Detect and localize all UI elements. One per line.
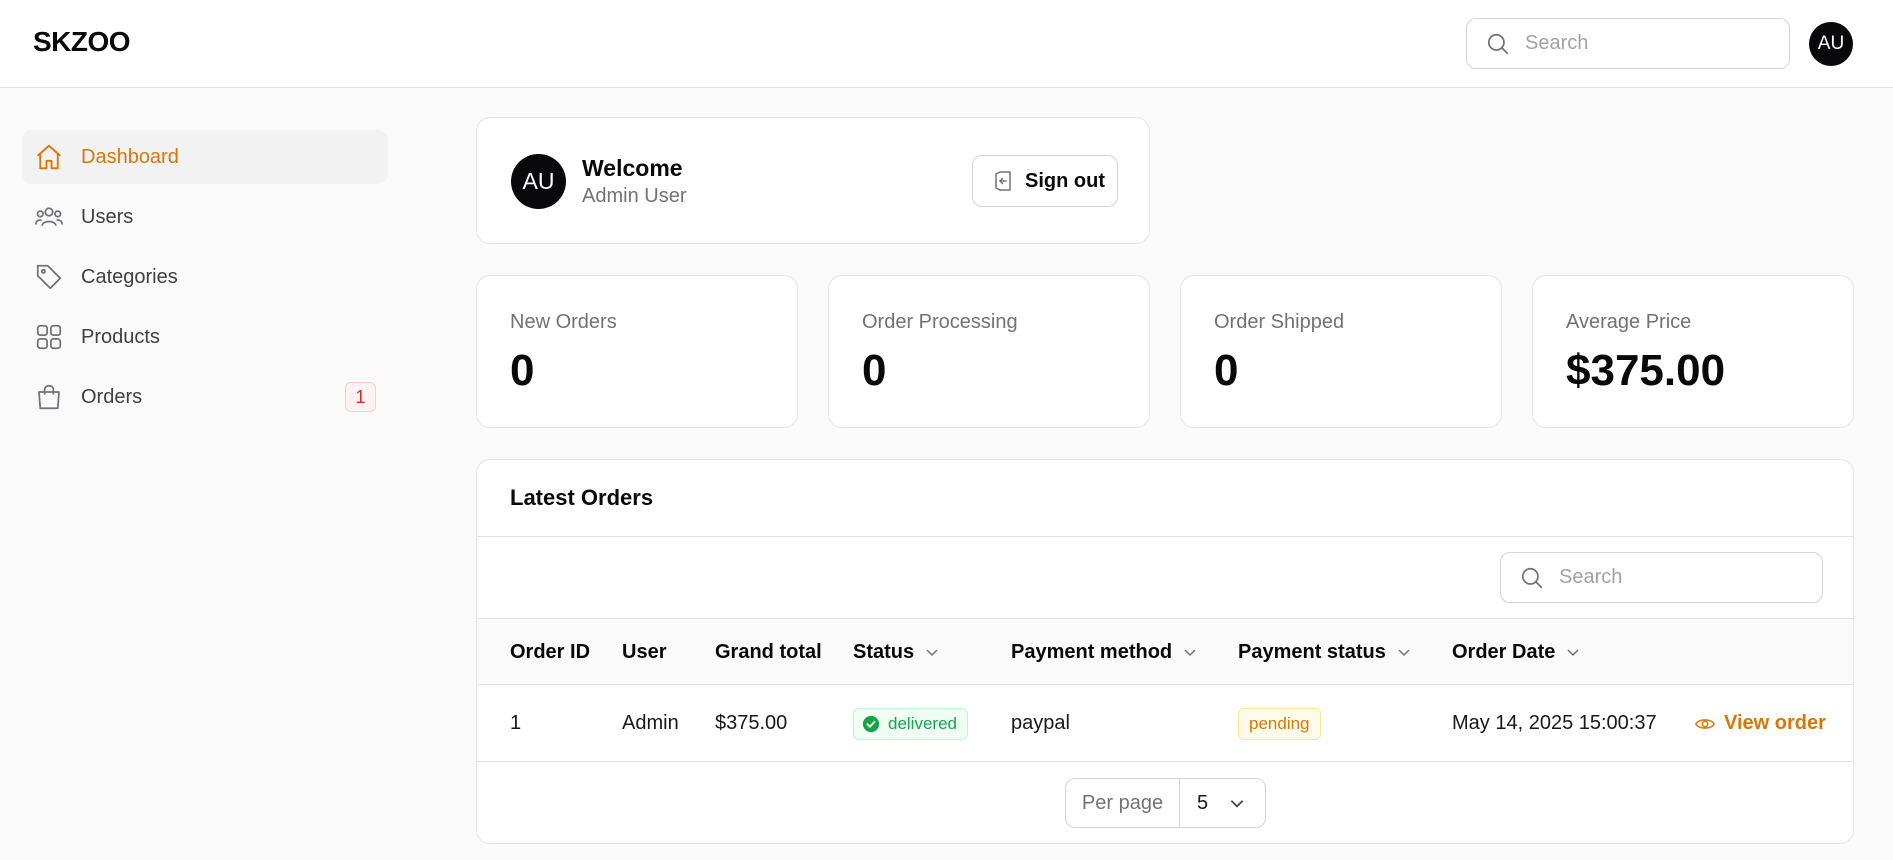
cell-status: delivered — [853, 685, 968, 762]
sidebar-item-label: Orders — [81, 385, 143, 408]
cell-payment-status: pending — [1238, 685, 1321, 762]
view-order-link[interactable]: View order — [1694, 685, 1826, 762]
table-toolbar: Search — [477, 537, 1853, 619]
column-header-order-date[interactable]: Order Date — [1452, 619, 1581, 685]
cell-user: Admin — [622, 712, 679, 734]
sign-out-button[interactable]: Sign out — [972, 155, 1118, 207]
chevron-down-icon — [1396, 644, 1412, 660]
search-icon — [1519, 565, 1545, 591]
home-icon — [33, 141, 65, 173]
stat-label: Average Price — [1566, 311, 1692, 333]
sidebar-item-label: Products — [81, 325, 160, 348]
shopping-bag-icon — [33, 381, 65, 413]
sidebar-item-label: Dashboard — [81, 145, 179, 168]
tag-icon — [33, 261, 65, 293]
latest-orders-card: Latest Orders Search Order ID User Grand… — [476, 459, 1854, 844]
stat-card-new-orders: New Orders 0 — [476, 275, 798, 428]
per-page-label: Per page — [1066, 779, 1180, 827]
stat-card-order-shipped: Order Shipped 0 — [1180, 275, 1502, 428]
stat-value: $375.00 — [1566, 346, 1726, 395]
column-header-grand-total: Grand total — [715, 640, 822, 663]
stat-label: New Orders — [510, 311, 617, 333]
stat-card-order-processing: Order Processing 0 — [828, 275, 1150, 428]
sidebar-item-label: Users — [81, 205, 134, 228]
sidebar-item-dashboard[interactable]: Dashboard — [22, 130, 388, 184]
stat-value: 0 — [862, 346, 887, 395]
eye-icon — [1694, 713, 1716, 735]
table-header: Order ID User Grand total Status Payment… — [477, 619, 1853, 685]
chevron-down-icon — [1182, 644, 1198, 660]
orders-search-input[interactable]: Search — [1500, 552, 1823, 603]
sidebar-item-label: Categories — [81, 265, 178, 288]
sidebar-item-categories[interactable]: Categories — [22, 250, 388, 304]
stat-label: Order Shipped — [1214, 311, 1345, 333]
table-row[interactable]: 1 Admin $375.00 delivered paypal pending… — [477, 685, 1853, 762]
cell-order-id: 1 — [510, 712, 522, 734]
per-page-select[interactable]: Per page 5 — [1065, 778, 1266, 828]
sidebar-item-products[interactable]: Products — [22, 310, 388, 364]
welcome-title: Welcome — [582, 155, 683, 181]
column-header-order-id: Order ID — [510, 640, 591, 663]
check-circle-icon — [862, 715, 880, 733]
chevron-down-icon — [1228, 794, 1246, 812]
stat-value: 0 — [510, 346, 535, 395]
welcome-card: AU Welcome Admin User Sign out — [476, 117, 1150, 244]
top-bar: SKZOO Search AU — [0, 0, 1893, 88]
user-avatar[interactable]: AU — [1809, 22, 1853, 66]
stat-card-average-price: Average Price $375.00 — [1532, 275, 1854, 428]
cell-grand-total: $375.00 — [715, 712, 788, 734]
header-search-placeholder: Search — [1525, 32, 1589, 54]
column-header-payment-status[interactable]: Payment status — [1238, 619, 1412, 685]
chevron-down-icon — [1565, 644, 1581, 660]
chevron-down-icon — [924, 644, 940, 660]
cell-payment-method: paypal — [1011, 712, 1070, 734]
avatar: AU — [511, 154, 566, 209]
latest-orders-title: Latest Orders — [477, 460, 1853, 537]
users-icon — [33, 201, 65, 233]
per-page-value[interactable]: 5 — [1180, 792, 1246, 815]
status-badge: delivered — [853, 707, 968, 740]
brand-logo[interactable]: SKZOO — [33, 26, 131, 58]
column-header-user: User — [622, 640, 667, 663]
orders-search-placeholder: Search — [1559, 566, 1623, 588]
payment-status-badge: pending — [1238, 707, 1321, 740]
sign-out-label: Sign out — [1025, 169, 1105, 192]
cell-order-date: May 14, 2025 15:00:37 — [1452, 712, 1657, 734]
column-header-payment-method[interactable]: Payment method — [1011, 619, 1198, 685]
stat-label: Order Processing — [862, 311, 1018, 333]
stat-value: 0 — [1214, 346, 1239, 395]
column-header-status[interactable]: Status — [853, 619, 940, 685]
search-icon — [1485, 31, 1511, 57]
pagination: Per page 5 — [477, 762, 1853, 843]
sidebar-item-orders[interactable]: Orders 1 — [22, 370, 388, 424]
grid-icon — [33, 321, 65, 353]
orders-count-badge: 1 — [345, 382, 376, 412]
welcome-user-name: Admin User — [582, 185, 687, 207]
sidebar: Dashboard Users Categories Products Orde… — [22, 130, 388, 430]
sign-out-icon — [991, 169, 1015, 193]
sidebar-item-users[interactable]: Users — [22, 190, 388, 244]
header-search-input[interactable]: Search — [1466, 18, 1790, 69]
